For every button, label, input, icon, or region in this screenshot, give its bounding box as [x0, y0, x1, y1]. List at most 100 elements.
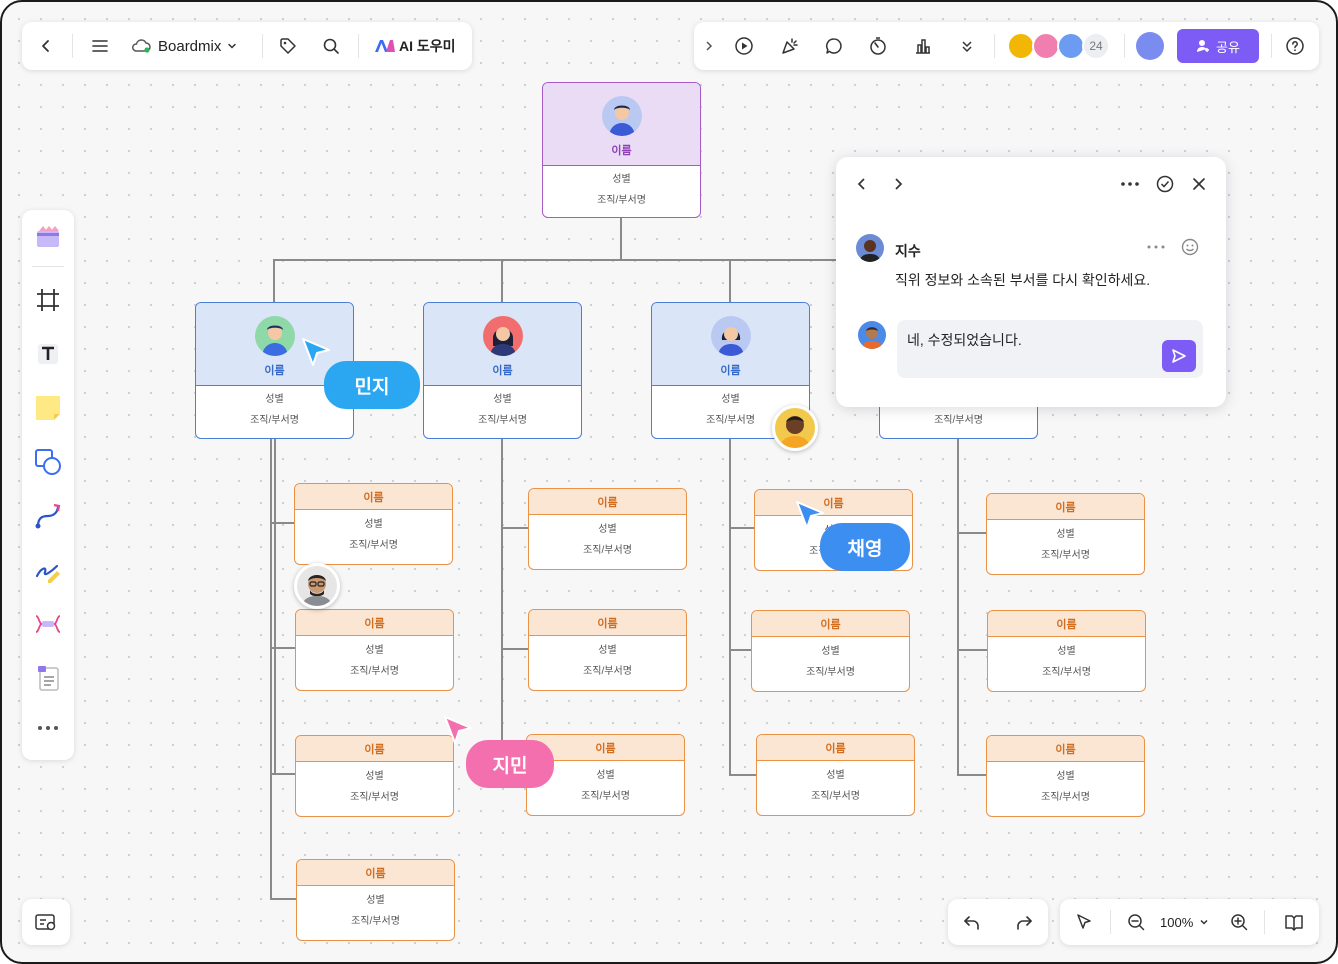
tag-icon[interactable] — [276, 34, 300, 58]
sticky-note-icon[interactable] — [32, 392, 64, 424]
node-dept: 조직/부서명 — [478, 415, 527, 426]
resolve-check-icon[interactable] — [1153, 173, 1177, 195]
present-play-icon[interactable] — [732, 34, 756, 58]
org-node-employee[interactable]: 이름성별조직/부서명 — [528, 609, 687, 691]
node-dept: 조직/부서명 — [583, 666, 632, 677]
node-gender: 성별 — [364, 519, 383, 530]
select-pointer-icon[interactable] — [1072, 910, 1096, 934]
book-view-icon[interactable] — [1282, 910, 1306, 934]
comment-panel: 지수 직위 정보와 소속된 부서를 다시 확인하세요. 네, 수정되었습니다. — [836, 157, 1226, 407]
timer-icon[interactable] — [866, 34, 890, 58]
chevron-down-icon — [1200, 919, 1208, 925]
undo-icon[interactable] — [960, 910, 984, 934]
top-left-toolbar: Boardmix AI 도우미 — [22, 22, 472, 70]
comment-icon[interactable] — [822, 34, 846, 58]
collapse-chevron-icon[interactable] — [700, 34, 718, 58]
org-node-employee[interactable]: 이름성별조직/부서명 — [986, 735, 1145, 817]
more-tools-icon[interactable] — [32, 716, 64, 740]
node-name: 이름 — [597, 617, 618, 630]
collaborator-avatar[interactable] — [1032, 32, 1060, 60]
emoji-reaction-icon[interactable] — [1178, 236, 1202, 258]
node-dept: 조직/부서명 — [581, 791, 630, 802]
node-gender: 성별 — [1056, 529, 1075, 540]
org-node-employee[interactable]: 이름성별조직/부서명 — [296, 859, 455, 941]
next-comment-icon[interactable] — [888, 173, 908, 195]
zoom-out-icon[interactable] — [1124, 910, 1148, 934]
templates-icon[interactable] — [32, 220, 64, 252]
menu-icon[interactable] — [88, 34, 112, 58]
node-dept: 조직/부서명 — [1042, 667, 1091, 678]
node-name: 이름 — [1055, 501, 1076, 514]
comment-more-icon[interactable] — [1144, 237, 1168, 257]
org-node-employee[interactable]: 이름성별조직/부서명 — [751, 610, 910, 692]
share-button[interactable]: 공유 — [1177, 29, 1259, 63]
cursor-label-chaeyoung: 채영 — [820, 523, 910, 571]
whiteboard-canvas[interactable]: 이름 성별 조직/부서명 이름 성별 조직/부서명 이름 성별 조직/부서명 이름 … — [0, 0, 1338, 964]
top-right-toolbar: 24 공유 — [694, 22, 1319, 70]
collaborator-count[interactable]: 24 — [1082, 32, 1110, 60]
redo-icon[interactable] — [1012, 910, 1036, 934]
org-node-employee[interactable]: 이름성별조직/부서명 — [295, 735, 454, 817]
board-title: Boardmix — [158, 37, 222, 55]
close-icon[interactable] — [1187, 173, 1211, 195]
node-dept: 조직/부서명 — [811, 791, 860, 802]
shapes-icon[interactable] — [32, 446, 64, 478]
comment-author-avatar — [856, 234, 884, 262]
node-name: 이름 — [364, 743, 385, 756]
vote-chart-icon[interactable] — [911, 34, 935, 58]
org-node-employee[interactable]: 이름성별조직/부서명 — [986, 493, 1145, 575]
more-tools-chevron-icon[interactable] — [955, 34, 979, 58]
node-gender: 성별 — [612, 174, 631, 185]
document-icon[interactable] — [32, 662, 64, 694]
cursor-label-jimin: 지민 — [466, 740, 554, 788]
zoom-in-icon[interactable] — [1227, 910, 1251, 934]
text-icon[interactable] — [32, 338, 64, 370]
node-name: 이름 — [492, 365, 513, 377]
org-node-employee[interactable]: 이름성별조직/부서명 — [987, 610, 1146, 692]
person-avatar — [254, 316, 295, 356]
collaborator-avatar[interactable] — [1057, 32, 1085, 60]
node-gender: 성별 — [1056, 771, 1075, 782]
node-name: 이름 — [720, 365, 741, 377]
node-name: 이름 — [595, 742, 616, 755]
mindmap-icon[interactable] — [32, 608, 64, 640]
cursor-arrow-icon — [444, 716, 472, 744]
node-name: 이름 — [820, 618, 841, 631]
node-dept: 조직/부서명 — [351, 916, 400, 927]
reply-input[interactable]: 네, 수정되었습니다. — [897, 320, 1203, 378]
node-name: 이름 — [364, 617, 385, 630]
minimap-button[interactable] — [22, 899, 70, 945]
frame-icon[interactable] — [32, 284, 64, 316]
org-node-manager[interactable]: 이름 성별조직/부서명 — [423, 302, 582, 439]
org-node-employee[interactable]: 이름성별조직/부서명 — [294, 483, 453, 565]
node-dept: 조직/부서명 — [250, 415, 299, 426]
connector-line-icon[interactable] — [32, 500, 64, 532]
user-avatar[interactable] — [1136, 32, 1164, 60]
comment-author: 지수 — [895, 243, 921, 259]
back-icon[interactable] — [34, 34, 58, 58]
org-node-employee[interactable]: 이름성별조직/부서명 — [756, 734, 915, 816]
send-button[interactable] — [1162, 340, 1196, 372]
org-node-employee[interactable]: 이름성별조직/부서명 — [528, 488, 687, 570]
prev-comment-icon[interactable] — [852, 173, 872, 195]
celebrate-icon[interactable] — [778, 34, 802, 58]
node-name: 이름 — [365, 867, 386, 880]
org-node-employee[interactable]: 이름성별조직/부서명 — [295, 609, 454, 691]
ai-logo-icon — [375, 40, 395, 52]
undo-redo-toolbar — [948, 899, 1048, 945]
zoom-level-dropdown[interactable]: 100% — [1160, 910, 1209, 934]
node-dept: 조직/부서명 — [1041, 792, 1090, 803]
pen-draw-icon[interactable] — [32, 554, 64, 586]
help-icon[interactable] — [1283, 34, 1307, 58]
node-dept: 조직/부서명 — [350, 666, 399, 677]
search-icon[interactable] — [319, 34, 343, 58]
cloud-icon — [132, 39, 151, 53]
org-node-ceo[interactable]: 이름 성별 조직/부서명 — [542, 82, 701, 218]
board-title-dropdown[interactable]: Boardmix — [130, 34, 237, 58]
collaborator-avatar[interactable] — [1007, 32, 1035, 60]
comment-text: 직위 정보와 소속된 부서를 다시 확인하세요. — [895, 272, 1151, 288]
cursor-label-minji: 민지 — [324, 361, 420, 409]
ai-assistant-button[interactable]: AI 도우미 — [374, 34, 456, 58]
more-options-icon[interactable] — [1118, 173, 1142, 195]
person-avatar — [601, 96, 642, 136]
